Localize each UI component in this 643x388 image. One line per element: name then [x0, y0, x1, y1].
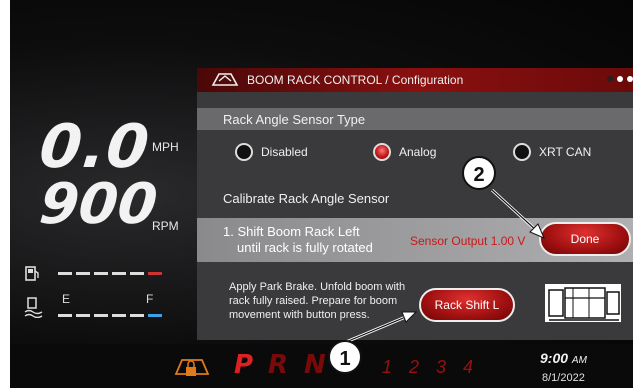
callout-arrows	[345, 188, 545, 344]
screen: 0.0 MPH 900 RPM E F BOOM RACK CONTROL / …	[0, 0, 643, 388]
display: 0.0 MPH 900 RPM E F BOOM RACK CONTROL / …	[10, 0, 633, 388]
clock-date: 8/1/2022	[542, 372, 585, 384]
gear-reverse: R	[268, 350, 289, 380]
clock-time: 9:00 AM	[540, 350, 587, 366]
gear-forward-list: 1 2 3 4	[382, 357, 480, 377]
boom-rack-lock-icon	[174, 359, 210, 376]
callout-2: 2	[462, 156, 496, 190]
callout-1: 1	[328, 340, 362, 374]
gear-neutral: N	[304, 350, 326, 380]
gear-park: P	[234, 350, 254, 380]
